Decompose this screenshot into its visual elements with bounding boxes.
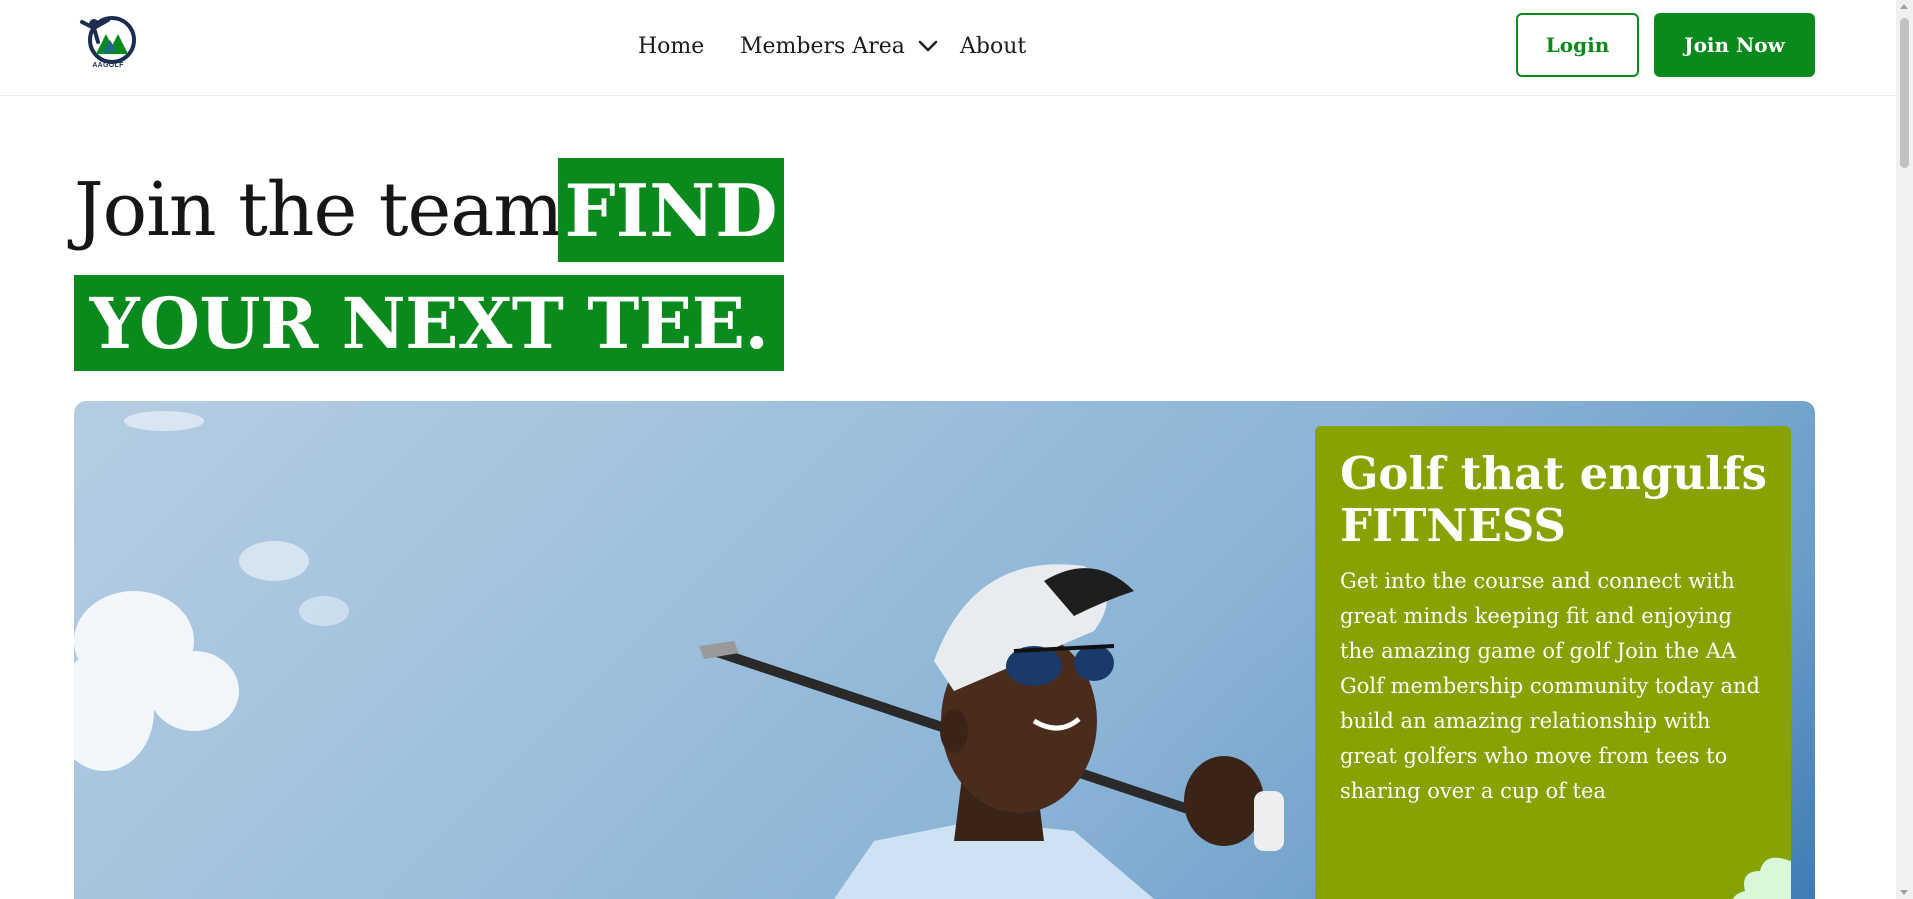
hero-heading-line1: Join the team. [74,158,586,262]
nav-item-home[interactable]: Home [638,0,704,92]
scrollbar-thumb[interactable] [1900,18,1909,168]
clouds [74,411,349,771]
login-button[interactable]: Login [1516,13,1639,77]
brand-logo[interactable]: AAGOLF [74,14,142,72]
decorative-blob-icon [1732,857,1791,899]
page-scrollbar[interactable] [1896,0,1913,899]
nav-about-label[interactable]: About [960,34,1026,59]
card-body: Get into the course and connect with gre… [1340,569,1760,803]
chevron-down-icon[interactable] [917,39,939,53]
info-card: Golf that engulfs FITNESS Get into the c… [1315,426,1791,899]
golfer-logo-icon [80,16,136,64]
nav-item-about[interactable]: About [960,0,1026,92]
scroll-up-icon[interactable] [1900,4,1908,9]
logo-wordmark: AAGOLF [92,62,124,69]
nav-home-label[interactable]: Home [638,34,704,59]
card-title: Golf that engulfs FITNESS [1340,447,1767,552]
site-header: AAGOLF Home Members Area About Login Joi… [0,0,1896,96]
nav-item-members-area[interactable]: Members Area [740,0,939,92]
hero-heading-plain: Join the team. [74,167,586,253]
scroll-down-icon[interactable] [1900,890,1908,895]
join-now-button[interactable]: Join Now [1654,13,1815,77]
nav-members-label[interactable]: Members Area [740,34,905,59]
hero-highlight-find: FIND [558,158,784,262]
hero-highlight-next-tee: YOUR NEXT TEE. [74,275,784,371]
